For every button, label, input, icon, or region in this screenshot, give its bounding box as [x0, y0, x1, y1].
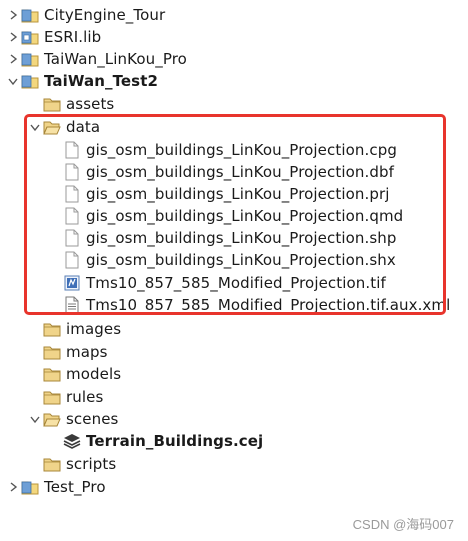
chevron-down-icon[interactable] — [28, 408, 42, 430]
chevron-right-icon[interactable] — [6, 476, 20, 498]
project-folder-icon — [20, 49, 40, 69]
highlight-box — [24, 114, 446, 315]
library-folder-icon — [20, 27, 40, 47]
tree-item-label: rules — [66, 388, 104, 406]
tree-item-assets-folder[interactable]: assets — [28, 93, 114, 115]
project-folder-icon — [20, 71, 40, 91]
tree-item-images-folder[interactable]: images — [28, 318, 121, 340]
tree-item-taiwan-linkou-pro[interactable]: TaiWan_LinKou_Pro — [6, 48, 187, 70]
folder-icon — [42, 94, 62, 114]
chevron-down-icon[interactable] — [6, 70, 20, 92]
tree-item-scenes-folder[interactable]: scenes — [28, 408, 118, 430]
tree-item-label: TaiWan_LinKou_Pro — [44, 50, 187, 68]
scene-layers-icon — [62, 431, 82, 451]
watermark: CSDN @海码007 — [352, 517, 454, 532]
tree-item-label: images — [66, 320, 122, 338]
tree-item-label: ESRI.lib — [44, 28, 102, 46]
tree-item-scene-file[interactable]: Terrain_Buildings.cej — [62, 430, 263, 452]
tree-item-rules-folder[interactable]: rules — [28, 386, 103, 408]
chevron-right-icon[interactable] — [6, 26, 20, 48]
project-folder-icon — [20, 477, 40, 497]
project-folder-icon — [20, 5, 40, 25]
folder-icon — [42, 342, 62, 362]
chevron-right-icon[interactable] — [6, 48, 20, 70]
project-explorer-tree: CityEngine_Tour ESRI.lib TaiWan_LinKou_P… — [0, 0, 468, 541]
tree-item-models-folder[interactable]: models — [28, 363, 121, 385]
tree-item-label: TaiWan_Test2 — [44, 72, 159, 90]
tree-item-label: maps — [66, 343, 108, 361]
chevron-right-icon[interactable] — [6, 4, 20, 26]
tree-item-esri-lib[interactable]: ESRI.lib — [6, 26, 101, 48]
folder-icon — [42, 364, 62, 384]
tree-item-label: CityEngine_Tour — [44, 6, 166, 24]
open-folder-icon — [42, 409, 62, 429]
tree-item-maps-folder[interactable]: maps — [28, 341, 108, 363]
folder-icon — [42, 319, 62, 339]
tree-item-label: scenes — [66, 410, 119, 428]
tree-item-taiwan-test2[interactable]: TaiWan_Test2 — [6, 70, 158, 92]
tree-item-cityengine-tour[interactable]: CityEngine_Tour — [6, 4, 165, 26]
tree-item-label: Test_Pro — [44, 478, 106, 496]
folder-icon — [42, 454, 62, 474]
tree-item-test-pro[interactable]: Test_Pro — [6, 476, 106, 498]
tree-item-scripts-folder[interactable]: scripts — [28, 453, 116, 475]
tree-item-label: scripts — [66, 455, 117, 473]
folder-icon — [42, 387, 62, 407]
tree-item-label: Terrain_Buildings.cej — [86, 432, 264, 450]
tree-item-label: assets — [66, 95, 115, 113]
tree-item-label: models — [66, 365, 122, 383]
